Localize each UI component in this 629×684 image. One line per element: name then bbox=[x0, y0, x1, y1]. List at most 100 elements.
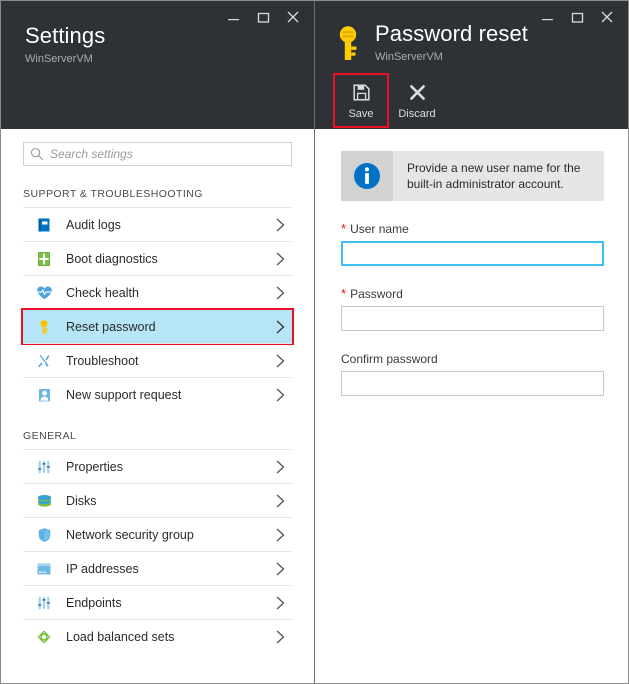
save-button-label: Save bbox=[348, 108, 373, 121]
command-bar: Save Discard bbox=[333, 73, 445, 128]
reset-password-key-icon bbox=[35, 318, 53, 336]
chevron-right-icon bbox=[275, 285, 286, 301]
save-floppy-icon bbox=[352, 81, 371, 103]
properties-sliders-icon bbox=[35, 458, 53, 476]
password-window-controls bbox=[532, 5, 622, 29]
settings-blade: Settings WinServerVM SUPPO bbox=[0, 0, 314, 684]
boot-diagnostics-icon bbox=[35, 250, 53, 268]
chevron-right-icon bbox=[275, 493, 286, 509]
sidebar-item-label: IP addresses bbox=[66, 562, 275, 576]
chevron-right-icon bbox=[275, 353, 286, 369]
password-reset-form: Provide a new user name for the built-in… bbox=[315, 129, 628, 683]
field-group-user-name: * User name bbox=[341, 222, 604, 266]
sidebar-item-label: Load balanced sets bbox=[66, 630, 275, 644]
field-group-password: * Password bbox=[341, 287, 604, 331]
sidebar-item-endpoints[interactable]: Endpoints bbox=[23, 585, 292, 619]
sidebar-item-network-security-group[interactable]: Network security group bbox=[23, 517, 292, 551]
sidebar-item-reset-password[interactable]: Reset password bbox=[23, 309, 292, 343]
network-security-group-shield-icon bbox=[35, 526, 53, 544]
confirm-password-input[interactable] bbox=[341, 371, 604, 396]
search-settings-box[interactable] bbox=[23, 142, 292, 166]
sidebar-item-label: Check health bbox=[66, 286, 275, 300]
endpoints-sliders-icon bbox=[35, 594, 53, 612]
load-balanced-sets-icon bbox=[35, 628, 53, 646]
user-name-label: * User name bbox=[341, 222, 604, 236]
chevron-right-icon bbox=[275, 527, 286, 543]
sidebar-item-audit-logs[interactable]: Audit logs bbox=[23, 207, 292, 241]
close-button[interactable] bbox=[592, 5, 622, 29]
settings-blade-header: Settings WinServerVM bbox=[1, 1, 314, 129]
check-health-icon bbox=[35, 284, 53, 302]
settings-body: SUPPORT & TROUBLESHOOTING Audit logs bbox=[1, 129, 314, 683]
section-header-support: SUPPORT & TROUBLESHOOTING bbox=[1, 166, 314, 207]
password-page-title: Password reset bbox=[375, 21, 528, 47]
chevron-right-icon bbox=[275, 629, 286, 645]
password-label-text: Password bbox=[350, 287, 403, 301]
chevron-right-icon bbox=[275, 387, 286, 403]
field-group-confirm-password: Confirm password bbox=[341, 352, 604, 396]
sidebar-item-load-balanced-sets[interactable]: Load balanced sets bbox=[23, 619, 292, 653]
confirm-password-label: Confirm password bbox=[341, 352, 604, 366]
chevron-right-icon bbox=[275, 319, 286, 335]
password-page-subtitle: WinServerVM bbox=[375, 50, 528, 65]
password-reset-blade-header: Password reset WinServerVM Save bbox=[315, 1, 628, 129]
minimize-button[interactable] bbox=[218, 5, 248, 29]
discard-button[interactable]: Discard bbox=[389, 73, 445, 128]
sidebar-item-label: Properties bbox=[66, 460, 275, 474]
settings-page-title: Settings bbox=[25, 23, 105, 49]
search-input[interactable] bbox=[50, 147, 291, 161]
password-label: * Password bbox=[341, 287, 604, 301]
chevron-right-icon bbox=[275, 561, 286, 577]
minimize-button[interactable] bbox=[532, 5, 562, 29]
close-button[interactable] bbox=[278, 5, 308, 29]
chevron-right-icon bbox=[275, 595, 286, 611]
sidebar-item-check-health[interactable]: Check health bbox=[23, 275, 292, 309]
info-banner-text: Provide a new user name for the built-in… bbox=[393, 151, 604, 201]
disks-icon bbox=[35, 492, 53, 510]
sidebar-item-boot-diagnostics[interactable]: Boot diagnostics bbox=[23, 241, 292, 275]
save-button[interactable]: Save bbox=[333, 73, 389, 128]
audit-logs-icon bbox=[35, 216, 53, 234]
maximize-button[interactable] bbox=[562, 5, 592, 29]
settings-page-subtitle: WinServerVM bbox=[25, 52, 105, 67]
required-indicator: * bbox=[341, 287, 346, 300]
password-input[interactable] bbox=[341, 306, 604, 331]
sidebar-item-properties[interactable]: Properties bbox=[23, 449, 292, 483]
sidebar-item-label: Disks bbox=[66, 494, 275, 508]
sidebar-item-label: Network security group bbox=[66, 528, 275, 542]
ip-addresses-icon bbox=[35, 560, 53, 578]
sidebar-item-new-support-request[interactable]: New support request bbox=[23, 377, 292, 411]
password-title-wrap: Password reset WinServerVM bbox=[331, 21, 528, 65]
discard-x-icon bbox=[408, 81, 427, 103]
sidebar-item-label: Reset password bbox=[66, 320, 275, 334]
sidebar-item-label: Troubleshoot bbox=[66, 354, 275, 368]
sidebar-item-label: Audit logs bbox=[66, 218, 275, 232]
sidebar-item-ip-addresses[interactable]: IP addresses bbox=[23, 551, 292, 585]
password-reset-blade: Password reset WinServerVM Save bbox=[314, 0, 629, 684]
search-row bbox=[1, 129, 314, 166]
section-header-general: GENERAL bbox=[1, 411, 314, 449]
required-indicator: * bbox=[341, 222, 346, 235]
nav-list-general: Properties Disks bbox=[1, 449, 314, 653]
search-icon bbox=[24, 147, 50, 161]
sidebar-item-troubleshoot[interactable]: Troubleshoot bbox=[23, 343, 292, 377]
maximize-button[interactable] bbox=[248, 5, 278, 29]
info-banner: Provide a new user name for the built-in… bbox=[341, 151, 604, 201]
sidebar-item-label: Boot diagnostics bbox=[66, 252, 275, 266]
settings-window-controls bbox=[218, 5, 308, 29]
chevron-right-icon bbox=[275, 217, 286, 233]
sidebar-item-label: New support request bbox=[66, 388, 275, 402]
info-circle-icon bbox=[341, 151, 393, 201]
user-name-input[interactable] bbox=[341, 241, 604, 266]
azure-portal-screenshot: Settings WinServerVM SUPPO bbox=[0, 0, 629, 684]
troubleshoot-tools-icon bbox=[35, 352, 53, 370]
discard-button-label: Discard bbox=[398, 108, 435, 121]
new-support-request-icon bbox=[35, 386, 53, 404]
chevron-right-icon bbox=[275, 251, 286, 267]
sidebar-item-disks[interactable]: Disks bbox=[23, 483, 292, 517]
key-icon bbox=[331, 23, 365, 63]
confirm-password-label-text: Confirm password bbox=[341, 352, 438, 366]
sidebar-item-label: Endpoints bbox=[66, 596, 275, 610]
user-name-label-text: User name bbox=[350, 222, 409, 236]
settings-title-wrap: Settings WinServerVM bbox=[25, 23, 105, 67]
